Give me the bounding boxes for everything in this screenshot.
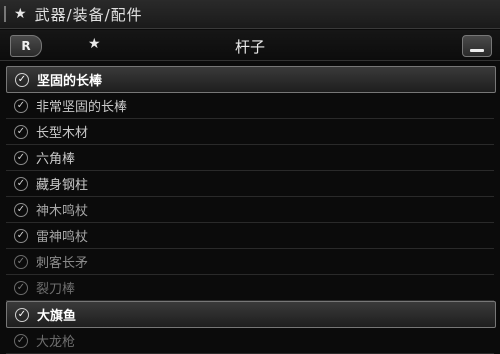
item-label: 大龙枪 (36, 335, 76, 350)
check-icon: ✓ (14, 228, 28, 243)
item-label: 裂刀棒 (36, 282, 76, 297)
star-icon: ★ (14, 6, 27, 22)
check-icon: ✓ (14, 124, 28, 139)
item-label: 刺客长矛 (36, 256, 89, 271)
check-icon: ✓ (15, 72, 29, 87)
item-label: 神木鸣杖 (36, 204, 89, 219)
item-label: 藏身钢柱 (36, 178, 89, 193)
list-item[interactable]: ✓ 非常坚固的长棒 (6, 93, 494, 119)
top-bar: ★ 武器/装备/配件 (0, 0, 500, 29)
check-icon: ✓ (14, 280, 28, 295)
list-item[interactable]: ✓ 大龙枪 (6, 328, 494, 354)
list-item[interactable]: ✓ 六角棒 (6, 145, 494, 171)
category-bar: R ★ 杆子 (0, 30, 500, 61)
breadcrumb: 武器/装备/配件 (34, 5, 143, 24)
list-item[interactable]: ✓ 刺客长矛 (6, 249, 494, 275)
check-icon: ✓ (15, 307, 29, 322)
menu-icon (470, 49, 484, 52)
item-label: 雷神鸣杖 (36, 230, 89, 245)
check-icon: ✓ (14, 333, 28, 348)
category-title: 杆子 (234, 38, 265, 56)
list-group-header[interactable]: ✓ 坚固的长棒 (6, 66, 496, 93)
list-item[interactable]: ✓ 神木鸣杖 (6, 197, 494, 223)
list-item[interactable]: ✓ 藏身钢柱 (6, 171, 494, 197)
check-icon: ✓ (14, 202, 28, 217)
item-label: 六角棒 (36, 152, 76, 167)
item-label: 长型木材 (36, 126, 89, 141)
item-label: 非常坚固的长棒 (36, 100, 128, 115)
check-icon: ✓ (14, 176, 28, 191)
list-group-header[interactable]: ✓ 大旗鱼 (6, 301, 496, 328)
check-icon: ✓ (14, 254, 28, 269)
menu-button[interactable] (462, 35, 492, 57)
bar-marker (4, 6, 6, 22)
list-item[interactable]: ✓ 裂刀棒 (6, 275, 494, 301)
list-item[interactable]: ✓ 雷神鸣杖 (6, 223, 494, 249)
list-item[interactable]: ✓ 长型木材 (6, 119, 494, 145)
group-label: 大旗鱼 (37, 309, 77, 324)
group-label: 坚固的长棒 (37, 74, 103, 89)
check-icon: ✓ (14, 98, 28, 113)
check-icon: ✓ (14, 150, 28, 165)
item-list: ✓ 坚固的长棒 ✓ 非常坚固的长棒 ✓ 长型木材 ✓ 六角棒 ✓ 藏身钢柱 ✓ … (0, 66, 500, 354)
